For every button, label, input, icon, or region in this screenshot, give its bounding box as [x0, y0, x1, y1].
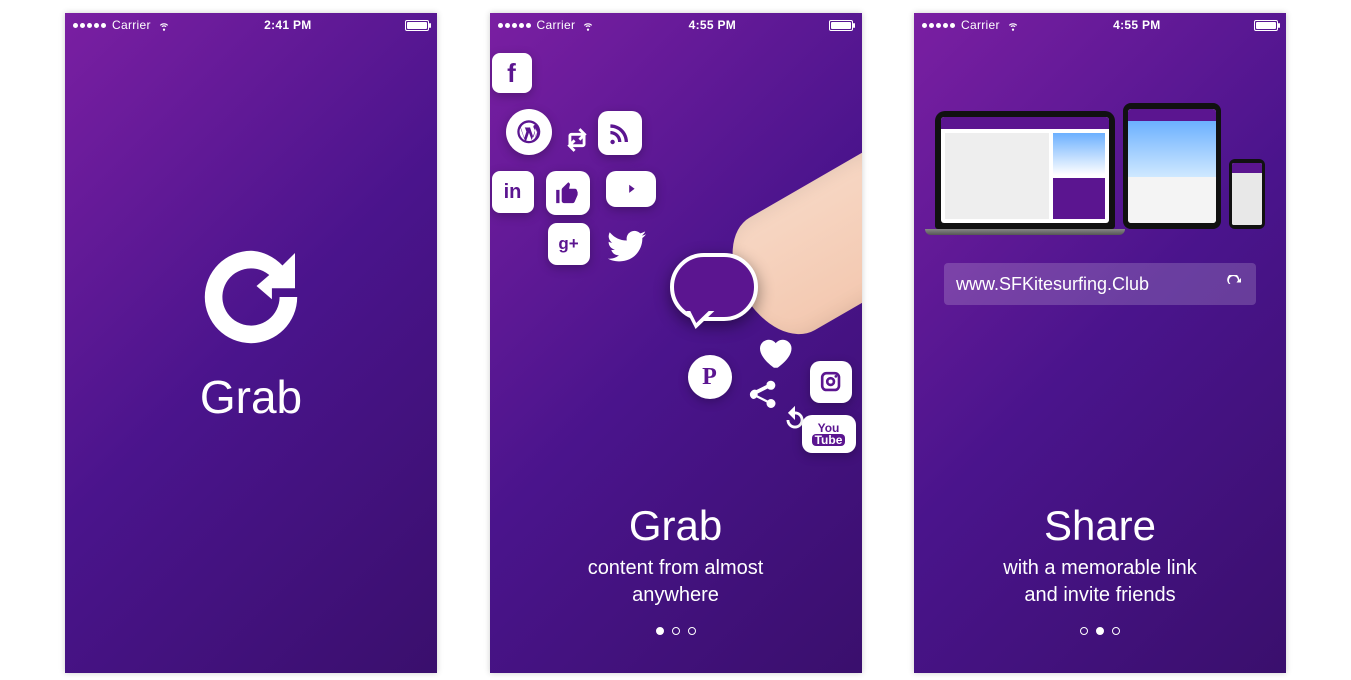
share-icon [744, 375, 780, 411]
phone-mockup [1229, 159, 1265, 229]
tablet-mockup [1123, 103, 1221, 229]
youtube-play-icon [606, 171, 656, 207]
youtube-text-icon: YouTube [802, 415, 856, 453]
pinterest-icon: P [688, 355, 732, 399]
grab-logo-icon [196, 242, 306, 352]
page-indicator[interactable] [490, 627, 862, 635]
wordpress-icon [506, 109, 552, 155]
heart-icon [750, 331, 798, 373]
share-url-text: www.SFKitesurfing.Club [956, 274, 1149, 295]
status-bar: Carrier 4:55 PM [490, 13, 862, 37]
twitter-icon [604, 223, 650, 269]
rss-icon [598, 111, 642, 155]
status-time: 4:55 PM [689, 18, 736, 32]
status-bar: Carrier 4:55 PM [914, 13, 1286, 37]
page-dot-2[interactable] [1096, 627, 1104, 635]
retweet-icon [560, 123, 594, 157]
onboarding-subtitle: content from almost anywhere [490, 555, 862, 609]
onboarding-screen-grab[interactable]: Carrier 4:55 PM f in g+ [490, 13, 862, 673]
carrier-label: Carrier [537, 18, 576, 32]
battery-icon [1254, 20, 1278, 31]
onboarding-screen-share[interactable]: Carrier 4:55 PM [914, 13, 1286, 673]
page-dot-1[interactable] [656, 627, 664, 635]
social-icon-swarm: f in g+ P [490, 43, 862, 473]
wifi-icon [1006, 18, 1020, 32]
refresh-icon [1226, 275, 1244, 293]
onboarding-title: Grab [490, 505, 862, 547]
battery-icon [829, 20, 853, 31]
instagram-icon [810, 361, 852, 403]
google-plus-icon: g+ [548, 223, 590, 265]
signal-icon [922, 23, 955, 28]
share-url-display: www.SFKitesurfing.Club [944, 263, 1256, 305]
splash-screen: Carrier 2:41 PM Grab [65, 13, 437, 673]
page-indicator[interactable] [914, 627, 1286, 635]
hand-illustration [712, 144, 862, 352]
linkedin-icon: in [492, 171, 534, 213]
laptop-mockup [935, 111, 1115, 229]
page-dot-2[interactable] [672, 627, 680, 635]
app-name: Grab [200, 370, 302, 424]
speech-bubble-icon [670, 253, 758, 321]
carrier-label: Carrier [961, 18, 1000, 32]
onboarding-title: Share [914, 505, 1286, 547]
page-dot-1[interactable] [1080, 627, 1088, 635]
device-mockups [930, 103, 1270, 229]
wifi-icon [581, 18, 595, 32]
signal-icon [498, 23, 531, 28]
page-dot-3[interactable] [688, 627, 696, 635]
like-thumb-icon [546, 171, 590, 215]
facebook-icon: f [492, 53, 532, 93]
status-time: 4:55 PM [1113, 18, 1160, 32]
page-dot-3[interactable] [1112, 627, 1120, 635]
onboarding-subtitle: with a memorable link and invite friends [914, 555, 1286, 609]
